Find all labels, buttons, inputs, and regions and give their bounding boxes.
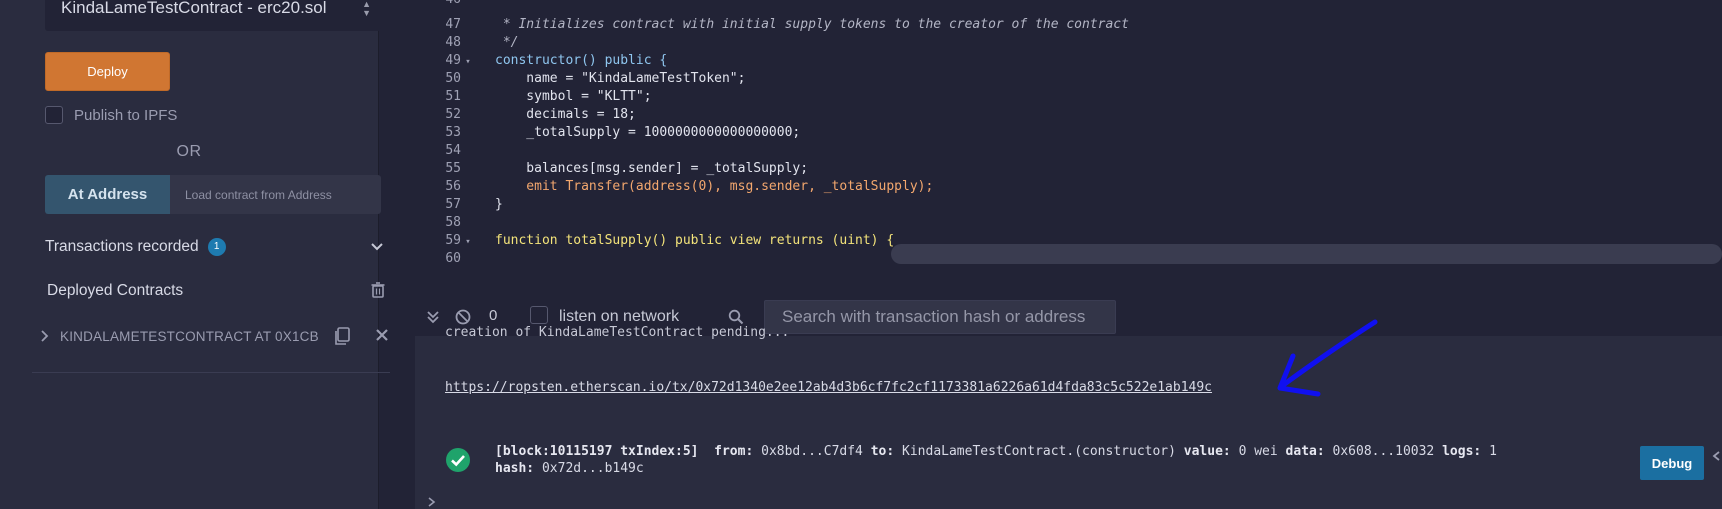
- chevron-right-icon[interactable]: [40, 330, 50, 342]
- at-address-input[interactable]: [170, 175, 381, 214]
- deploy-run-panel: KindaLameTestContract - erc20.sol ▲ ▼ Dep…: [0, 0, 390, 509]
- code-line: 60: [445, 251, 461, 266]
- contract-select[interactable]: KindaLameTestContract - erc20.sol ▲ ▼: [45, 0, 381, 31]
- chevron-left-icon[interactable]: [1710, 450, 1722, 462]
- tx-search-input[interactable]: [764, 300, 1116, 334]
- double-chevron-down-icon[interactable]: [425, 309, 441, 325]
- publish-ipfs-checkbox[interactable]: [45, 106, 63, 124]
- code-line: 49 ▾ constructor() public {: [415, 52, 667, 70]
- tx-block: [block:10115197 txIndex:5]: [495, 444, 699, 459]
- search-icon[interactable]: [728, 309, 744, 325]
- tx-value-key: value:: [1183, 444, 1231, 459]
- tx-hash: 0x72d...b149c: [541, 461, 644, 476]
- tx-to-key: to:: [870, 444, 895, 459]
- at-address-button[interactable]: At Address: [45, 175, 170, 214]
- trash-icon[interactable]: [369, 281, 387, 299]
- tx-from: 0x8bd...C7df4: [761, 444, 863, 459]
- code-line: 53 _totalSupply = 1000000000000000000;: [445, 125, 801, 140]
- close-icon[interactable]: [375, 328, 389, 342]
- deployed-contracts-label: Deployed Contracts: [47, 282, 184, 299]
- fold-icon: ▾: [465, 57, 471, 67]
- check-circle-icon: [446, 448, 470, 472]
- tx-data: 0x608...10032: [1332, 444, 1435, 459]
- code-line: 57}: [445, 197, 503, 212]
- fold-icon: ▾: [465, 237, 471, 247]
- deployed-instance[interactable]: KINDALAMETESTCONTRACT AT 0X1CB: [40, 325, 390, 347]
- code-line: 50 name = "KindaLameTestToken";: [445, 71, 746, 86]
- editor-horizontal-scrollbar[interactable]: [891, 244, 1722, 264]
- deployed-instance-label: KINDALAMETESTCONTRACT AT 0X1CB: [60, 328, 319, 344]
- code-editor[interactable]: 46 * 47 * Initializes contract with init…: [415, 0, 1722, 267]
- transactions-recorded-header[interactable]: Transactions recorded 1: [45, 236, 385, 258]
- select-caret-icon: ▲ ▼: [362, 0, 371, 18]
- arrow-annotation: [1277, 319, 1378, 397]
- prompt-chevron-icon: [428, 497, 436, 507]
- transactions-recorded-label: Transactions recorded: [45, 238, 199, 255]
- publish-ipfs-label: Publish to IPFS: [74, 106, 178, 124]
- code-line: 54: [445, 143, 461, 158]
- code-line: 47 * Initializes contract with initial s…: [445, 17, 1129, 32]
- code-line: 51 symbol = "KLTT";: [445, 89, 652, 104]
- listen-network-label: listen on network: [559, 308, 680, 325]
- copy-icon[interactable]: [332, 326, 352, 346]
- or-separator: OR: [176, 143, 202, 160]
- code-line: 59 ▾ function totalSupply() public view re…: [415, 232, 894, 250]
- divider: [32, 372, 390, 373]
- transactions-count-badge: 1: [207, 238, 226, 256]
- code-line: 48 */: [445, 35, 519, 50]
- tx-summary-line[interactable]: [block:10115197 txIndex:5] from: 0x8bd..…: [495, 444, 1497, 459]
- tx-data-key: data:: [1285, 444, 1325, 459]
- tx-hash-key: hash:: [495, 461, 535, 476]
- tx-value: 0 wei: [1238, 444, 1278, 459]
- code-line: 46 *: [415, 0, 510, 9]
- deploy-button[interactable]: Deploy: [45, 52, 170, 91]
- deployed-contracts-header: Deployed Contracts: [47, 280, 387, 302]
- chevron-down-icon[interactable]: [369, 238, 385, 254]
- clear-icon[interactable]: [455, 309, 471, 325]
- terminal-output: creation of KindaLameTestContract pendin…: [415, 325, 1722, 509]
- contract-select-value: KindaLameTestContract - erc20.sol: [61, 0, 327, 17]
- debug-button[interactable]: Debug: [1640, 446, 1704, 480]
- code-line: 56 emit Transfer(address(0), msg.sender,…: [445, 179, 934, 194]
- tx-to: KindaLameTestContract.(constructor): [902, 444, 1176, 459]
- code-line: 55 balances[msg.sender] = _totalSupply;: [445, 161, 809, 176]
- etherscan-link[interactable]: https://ropsten.etherscan.io/tx/0x72d134…: [445, 380, 1212, 395]
- publish-ipfs-row: Publish to IPFS: [45, 104, 177, 126]
- tx-logs: 1: [1489, 444, 1497, 459]
- code-line: 52 decimals = 18;: [445, 107, 636, 122]
- pending-tx-count: 0: [489, 307, 498, 324]
- pending-message: creation of KindaLameTestContract pendin…: [445, 325, 790, 340]
- tx-hash-line: hash: 0x72d...b149c: [495, 461, 644, 476]
- tx-logs-key: logs:: [1442, 444, 1482, 459]
- code-line: 58: [445, 215, 461, 230]
- listen-network-checkbox[interactable]: [530, 306, 548, 324]
- tx-from-key: from:: [714, 444, 754, 459]
